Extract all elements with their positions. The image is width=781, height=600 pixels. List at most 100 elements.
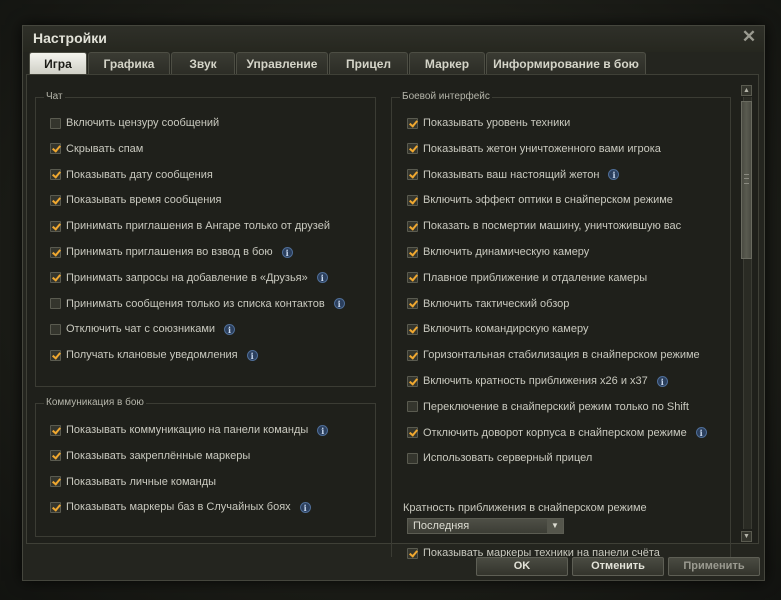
info-icon[interactable]: i xyxy=(317,424,329,436)
checkbox[interactable] xyxy=(407,298,418,310)
tab-marker[interactable]: Маркер xyxy=(409,52,485,74)
checkbox-row[interactable]: Использовать серверный прицел xyxy=(407,451,592,465)
tab-crosshair[interactable]: Прицел xyxy=(329,52,408,74)
apply-button[interactable]: Применить xyxy=(668,557,760,576)
info-icon[interactable]: i xyxy=(246,349,258,361)
checkbox[interactable] xyxy=(50,349,61,361)
checkbox-row[interactable]: Показывать уровень техники xyxy=(407,116,570,130)
cancel-button[interactable]: Отменить xyxy=(572,557,664,576)
info-icon[interactable]: i xyxy=(224,323,236,335)
checkbox[interactable] xyxy=(50,220,61,232)
checkbox-row[interactable]: Горизонтальная стабилизация в снайперско… xyxy=(407,348,700,362)
checkbox-row[interactable]: Принимать приглашения во взвод в бою i xyxy=(50,245,293,259)
checkbox-label: Использовать серверный прицел xyxy=(423,452,593,465)
scroll-down-icon[interactable]: ▼ xyxy=(741,531,752,542)
checkbox-row[interactable]: Показывать маркеры баз в Случайных боях i xyxy=(50,500,311,514)
checkbox-label: Показывать коммуникацию на панели команд… xyxy=(66,424,309,436)
checkbox[interactable] xyxy=(407,143,418,155)
chat-group-title: Чат xyxy=(44,91,65,102)
checkbox-row[interactable]: Включить кратность приближения x26 и x37… xyxy=(407,374,668,388)
checkbox-label: Отключить чат с союзниками xyxy=(66,323,216,336)
checkbox[interactable] xyxy=(407,427,418,439)
tab-graphics[interactable]: Графика xyxy=(88,52,170,74)
checkbox[interactable] xyxy=(407,220,418,232)
checkbox[interactable] xyxy=(50,169,61,181)
checkbox[interactable] xyxy=(407,323,418,335)
checkbox-row[interactable]: Показывать время сообщения xyxy=(50,193,221,207)
checkbox-label: Переключение в снайперский режим только … xyxy=(423,400,689,413)
checkbox[interactable] xyxy=(407,194,418,206)
checkbox-row[interactable]: Показывать ваш настоящий жетон i xyxy=(407,168,620,182)
tab-controls[interactable]: Управление xyxy=(236,52,328,74)
checkbox-row[interactable]: Включить тактический обзор xyxy=(407,297,569,311)
checkbox-label: Получать клановые уведомления xyxy=(66,349,238,362)
checkbox-row[interactable]: Показывать личные команды xyxy=(50,475,216,489)
checkbox-row[interactable]: Показывать коммуникацию на панели команд… xyxy=(50,423,329,437)
checkbox[interactable] xyxy=(407,246,418,258)
checkbox[interactable] xyxy=(407,117,418,129)
checkbox-row[interactable]: Показывать жетон уничтоженного вами игро… xyxy=(407,142,661,156)
checkbox-row[interactable]: Скрывать спам xyxy=(50,142,143,156)
checkbox-row[interactable]: Отключить доворот корпуса в снайперском … xyxy=(407,426,707,440)
checkbox[interactable] xyxy=(50,450,61,462)
checkbox-row[interactable]: Принимать запросы на добавление в «Друзь… xyxy=(50,271,328,285)
tab-battle-notifications[interactable]: Информирование в бою xyxy=(486,52,646,74)
checkbox-label: Показывать закреплённые маркеры xyxy=(66,449,251,462)
checkbox-row[interactable]: Получать клановые уведомления i xyxy=(50,348,258,362)
checkbox[interactable] xyxy=(407,547,418,559)
close-icon[interactable]: ✕ xyxy=(740,27,758,47)
tab-sound[interactable]: Звук xyxy=(171,52,235,74)
checkbox-row[interactable]: Плавное приближение и отдаление камеры xyxy=(407,271,647,285)
checkbox-label: Включить тактический обзор xyxy=(423,297,570,310)
checkbox-label: Показывать время сообщения xyxy=(66,194,222,207)
checkbox-label: Включить цензуру сообщений xyxy=(66,117,220,129)
checkbox-label: Отключить доворот корпуса в снайперском … xyxy=(423,426,687,439)
checkbox-row[interactable]: Отключить чат с союзниками i xyxy=(50,322,236,336)
checkbox-row[interactable]: Включить цензуру сообщений xyxy=(50,116,219,130)
info-icon[interactable]: i xyxy=(281,246,293,258)
zoom-mode-select[interactable]: Последняя ▼ xyxy=(407,518,564,534)
checkbox[interactable] xyxy=(407,452,418,464)
checkbox[interactable] xyxy=(50,246,61,258)
scrollbar[interactable]: ▲ ▼ xyxy=(741,85,753,542)
checkbox-row[interactable]: Переключение в снайперский режим только … xyxy=(407,400,689,414)
checkbox[interactable] xyxy=(50,476,61,488)
scroll-thumb[interactable] xyxy=(741,101,752,259)
checkbox[interactable] xyxy=(50,143,61,155)
checkbox[interactable] xyxy=(407,375,418,387)
info-icon[interactable]: i xyxy=(299,501,311,513)
chat-group: Чат xyxy=(35,91,376,387)
checkbox[interactable] xyxy=(50,298,61,310)
info-icon[interactable]: i xyxy=(695,427,707,439)
tab-game[interactable]: Игра xyxy=(29,52,87,74)
checkbox[interactable] xyxy=(50,272,61,284)
checkbox[interactable] xyxy=(407,401,418,413)
checkbox-row[interactable]: Принимать сообщения только из списка кон… xyxy=(50,297,345,311)
checkbox[interactable] xyxy=(50,424,61,436)
checkbox-row[interactable]: Включить эффект оптики в снайперском реж… xyxy=(407,193,673,207)
checkbox-label: Показывать дату сообщения xyxy=(66,168,213,181)
checkbox-label: Включить эффект оптики в снайперском реж… xyxy=(423,194,673,207)
checkbox-row[interactable]: Включить командирскую камеру xyxy=(407,322,588,336)
checkbox[interactable] xyxy=(407,349,418,361)
info-icon[interactable]: i xyxy=(656,375,668,387)
scroll-up-icon[interactable]: ▲ xyxy=(741,85,752,96)
checkbox-row[interactable]: Принимать приглашения в Ангаре только от… xyxy=(50,219,330,233)
checkbox-row[interactable]: Показать в посмертии машину, уничтожившу… xyxy=(407,219,681,233)
info-icon[interactable]: i xyxy=(608,169,620,181)
ok-button[interactable]: OK xyxy=(476,557,568,576)
checkbox[interactable] xyxy=(50,117,61,129)
info-icon[interactable]: i xyxy=(333,298,345,310)
checkbox-row[interactable]: Показывать закреплённые маркеры xyxy=(50,449,250,463)
title-bar: Настройки ✕ xyxy=(23,26,764,52)
checkbox[interactable] xyxy=(50,323,61,335)
info-icon[interactable]: i xyxy=(316,272,328,284)
zoom-mode-value: Последняя xyxy=(413,520,470,532)
checkbox[interactable] xyxy=(407,272,418,284)
checkbox-row[interactable]: Показывать дату сообщения xyxy=(50,168,213,182)
checkbox[interactable] xyxy=(50,194,61,206)
checkbox[interactable] xyxy=(50,501,61,513)
checkbox-label: Показывать личные команды xyxy=(66,475,217,488)
checkbox[interactable] xyxy=(407,169,418,181)
checkbox-row[interactable]: Включить динамическую камеру xyxy=(407,245,589,259)
